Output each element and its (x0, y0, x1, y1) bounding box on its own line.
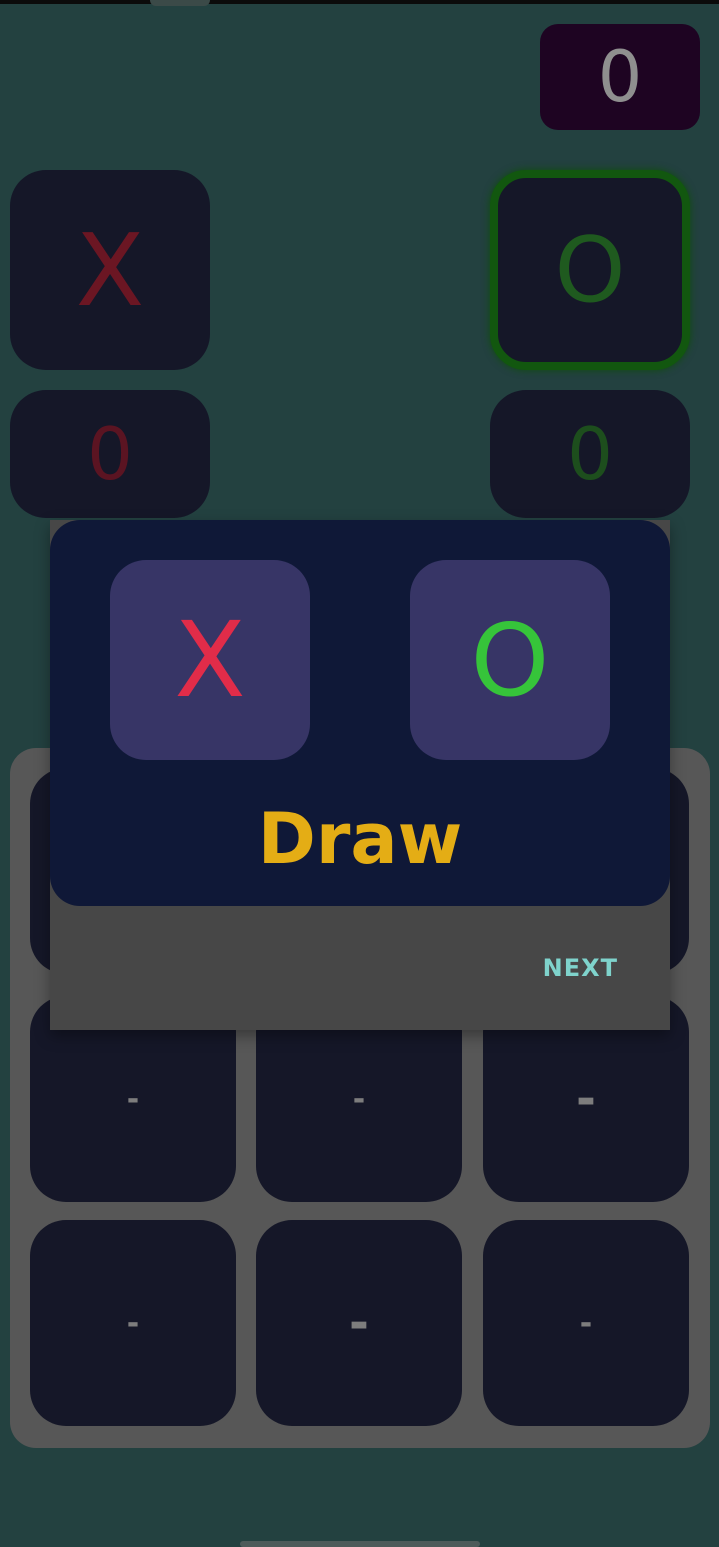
player-o-symbol: O (554, 217, 626, 323)
cell-mark: - (352, 1081, 366, 1117)
player-x-symbol: X (75, 211, 145, 329)
result-card: X O Draw (50, 520, 670, 906)
result-dialog: X O Draw NEXT (50, 520, 670, 1030)
round-counter-value: 0 (597, 36, 643, 118)
cell-mark: - (576, 1071, 596, 1127)
cell-mark: - (126, 1081, 140, 1117)
player-o-score-value: 0 (567, 412, 613, 496)
board-cell[interactable]: - (256, 1220, 462, 1426)
result-player-x-tile: X (110, 560, 310, 760)
result-player-o-tile: O (410, 560, 610, 760)
player-x-card: X (10, 170, 210, 370)
player-o-score: 0 (490, 390, 690, 518)
cell-mark: - (579, 1305, 593, 1341)
status-bar (0, 0, 719, 4)
home-indicator[interactable] (240, 1541, 480, 1547)
player-x-score-value: 0 (87, 412, 133, 496)
result-player-o-symbol: O (470, 601, 550, 719)
round-counter: 0 (540, 24, 700, 130)
status-bar-notch (150, 0, 210, 6)
result-text: Draw (257, 798, 463, 880)
cell-mark: - (126, 1305, 140, 1341)
board-cell[interactable]: - (483, 1220, 689, 1426)
board-cell[interactable]: - (30, 1220, 236, 1426)
cell-mark: - (349, 1295, 369, 1351)
result-player-x-symbol: X (174, 599, 246, 721)
player-x-score: 0 (10, 390, 210, 518)
player-o-card: O (490, 170, 690, 370)
next-button[interactable]: NEXT (543, 954, 618, 982)
